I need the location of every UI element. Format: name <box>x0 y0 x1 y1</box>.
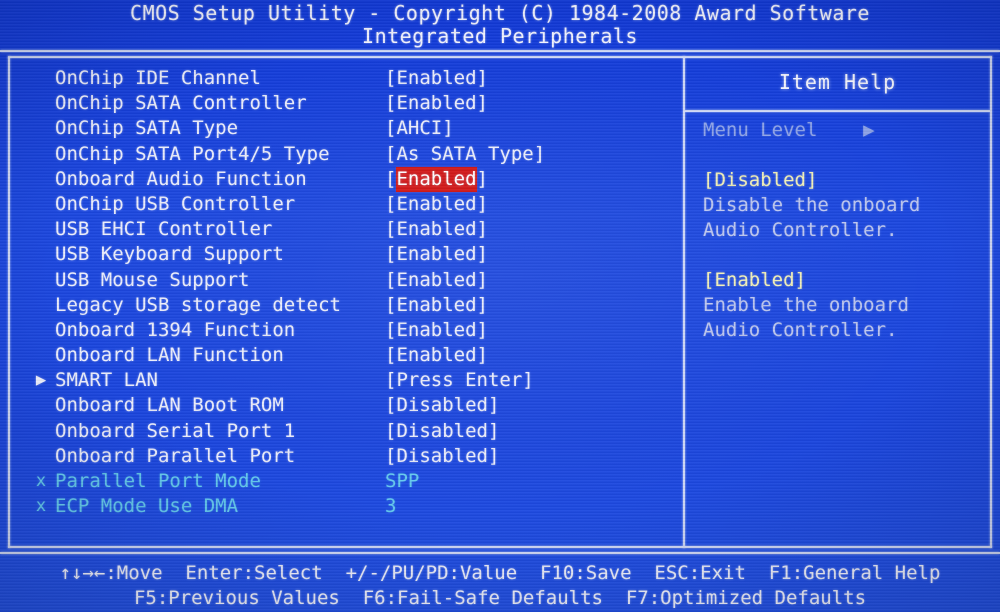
setting-label: OnChip SATA Controller <box>55 92 307 115</box>
selected-value-highlight[interactable]: Enabled <box>396 166 477 192</box>
footer-hint-line-1: ↑↓→←:Move Enter:Select +/-/PU/PD:Value F… <box>59 562 941 584</box>
setting-row[interactable]: OnChip SATA Type [AHCI] <box>0 116 680 141</box>
setting-label: USB Mouse Support <box>55 268 250 291</box>
setting-row[interactable]: USB Keyboard Support [Enabled] <box>0 242 680 267</box>
setting-row[interactable]: OnChip IDE Channel [Enabled] <box>0 66 680 91</box>
value-bracket-open: [ <box>385 167 397 190</box>
bios-setup-screen: CMOS Setup Utility - Copyright (C) 1984-… <box>0 0 1000 612</box>
item-help-title: Item Help <box>778 70 897 94</box>
setting-label: Onboard LAN Boot ROM <box>55 394 284 417</box>
menu-level-row: Menu Level ▶ <box>703 118 984 143</box>
settings-list: OnChip IDE Channel [Enabled] OnChip SATA C… <box>0 66 680 519</box>
disabled-marker-icon: x <box>35 496 47 517</box>
setting-value[interactable]: [Enabled] <box>385 343 488 368</box>
help-spacer <box>703 143 984 168</box>
setting-label: Onboard Serial Port 1 <box>55 419 296 442</box>
help-option-key: [Disabled] <box>703 169 818 191</box>
setting-label: Parallel Port Mode <box>55 470 261 492</box>
setting-label: Onboard Parallel Port <box>55 444 296 467</box>
setting-value[interactable]: 3 <box>385 494 396 519</box>
setting-row[interactable]: Onboard LAN Function [Enabled] <box>0 343 680 368</box>
setting-row[interactable]: Onboard LAN Boot ROM [Disabled] <box>0 393 680 418</box>
setting-value[interactable]: [Enabled] <box>385 318 488 343</box>
menu-level-arrow-icon: ▶ <box>863 119 875 141</box>
setting-label: Onboard LAN Function <box>55 344 284 367</box>
setting-value[interactable]: [Enabled] <box>385 242 488 267</box>
setting-row[interactable]: OnChip USB Controller [Enabled] <box>0 192 680 217</box>
help-option-description: Audio Controller. <box>703 319 898 341</box>
setting-row[interactable]: Onboard Audio Function [Enabled] <box>0 166 680 192</box>
setting-label: OnChip USB Controller <box>55 192 296 215</box>
page-title-section: Integrated Peripherals <box>362 24 638 48</box>
content-box-bottom-border <box>8 546 992 548</box>
setting-label: Onboard Audio Function <box>55 167 307 190</box>
help-option-description: Enable the onboard <box>703 294 909 316</box>
help-option-description: Audio Controller. <box>703 219 898 241</box>
setting-value[interactable]: [As SATA Type] <box>385 142 545 167</box>
setting-row[interactable]: Onboard 1394 Function [Enabled] <box>0 318 680 343</box>
setting-value[interactable]: [Enabled] <box>385 91 488 116</box>
setting-value[interactable]: [Disabled] <box>385 419 499 444</box>
menu-level-gap <box>817 119 863 141</box>
setting-value[interactable]: [Enabled] <box>385 217 488 242</box>
setting-row[interactable]: x ECP Mode Use DMA 3 <box>0 494 680 519</box>
setting-label: SMART LAN <box>55 369 158 392</box>
footer-hint-line-2: F5:Previous Values F6:Fail-Safe Defaults… <box>133 587 867 609</box>
setting-label: USB Keyboard Support <box>55 243 284 266</box>
help-option-key: [Enabled] <box>703 269 806 291</box>
setting-row[interactable]: OnChip SATA Controller [Enabled] <box>0 91 680 116</box>
page-title-copyright: CMOS Setup Utility - Copyright (C) 1984-… <box>130 1 870 25</box>
setting-row[interactable]: OnChip SATA Port4/5 Type [As SATA Type] <box>0 142 680 167</box>
setting-label: Legacy USB storage detect <box>55 293 341 316</box>
setting-value[interactable]: SPP <box>385 469 419 494</box>
setting-value[interactable]: [Enabled] <box>385 66 488 91</box>
setting-row[interactable]: USB Mouse Support [Enabled] <box>0 268 680 293</box>
setting-row[interactable]: ▶ SMART LAN [Press Enter] <box>0 368 680 393</box>
setting-value[interactable]: [Enabled] <box>385 268 488 293</box>
submenu-arrow-icon: ▶ <box>35 370 47 391</box>
setting-value[interactable]: [Enabled] <box>385 192 488 217</box>
setting-row[interactable]: Onboard Serial Port 1 [Disabled] <box>0 419 680 444</box>
setting-row[interactable]: Onboard Parallel Port [Disabled] <box>0 444 680 469</box>
setting-row[interactable]: USB EHCI Controller [Enabled] <box>0 217 680 242</box>
help-spacer <box>703 243 984 268</box>
help-option-description: Disable the onboard <box>703 194 921 216</box>
setting-label: OnChip SATA Type <box>55 117 239 140</box>
setting-value[interactable]: [Press Enter] <box>385 368 534 393</box>
setting-label: USB EHCI Controller <box>55 218 273 241</box>
setting-label: OnChip IDE Channel <box>55 67 261 89</box>
setting-value[interactable]: [Disabled] <box>385 393 499 418</box>
setting-value[interactable]: [Enabled] <box>385 293 488 318</box>
setting-value[interactable]: [Enabled] <box>385 166 488 192</box>
setting-label: OnChip SATA Port4/5 Type <box>55 142 330 165</box>
setting-label: Onboard 1394 Function <box>55 318 296 341</box>
disabled-marker-icon: x <box>35 471 47 491</box>
setting-row[interactable]: Legacy USB storage detect [Enabled] <box>0 293 680 318</box>
menu-level-label: Menu Level <box>703 119 818 141</box>
setting-row[interactable]: x Parallel Port Mode SPP <box>0 469 680 494</box>
header-divider-line <box>0 50 1000 52</box>
content-box-right-border <box>990 56 992 548</box>
footer-divider-line <box>0 552 1000 554</box>
setting-value[interactable]: [Disabled] <box>385 444 499 469</box>
setting-value[interactable]: [AHCI] <box>385 116 454 141</box>
item-help-body: Menu Level ▶ [Disabled] Disable the onboar… <box>703 118 984 343</box>
item-help-panel: Item Help Menu Level ▶ [Disabled] Disable … <box>685 56 990 546</box>
footer-key-hints: ↑↓→←:Move Enter:Select +/-/PU/PD:Value F… <box>0 561 1000 611</box>
setting-label: ECP Mode Use DMA <box>55 495 239 518</box>
value-bracket-close: ] <box>476 167 488 190</box>
